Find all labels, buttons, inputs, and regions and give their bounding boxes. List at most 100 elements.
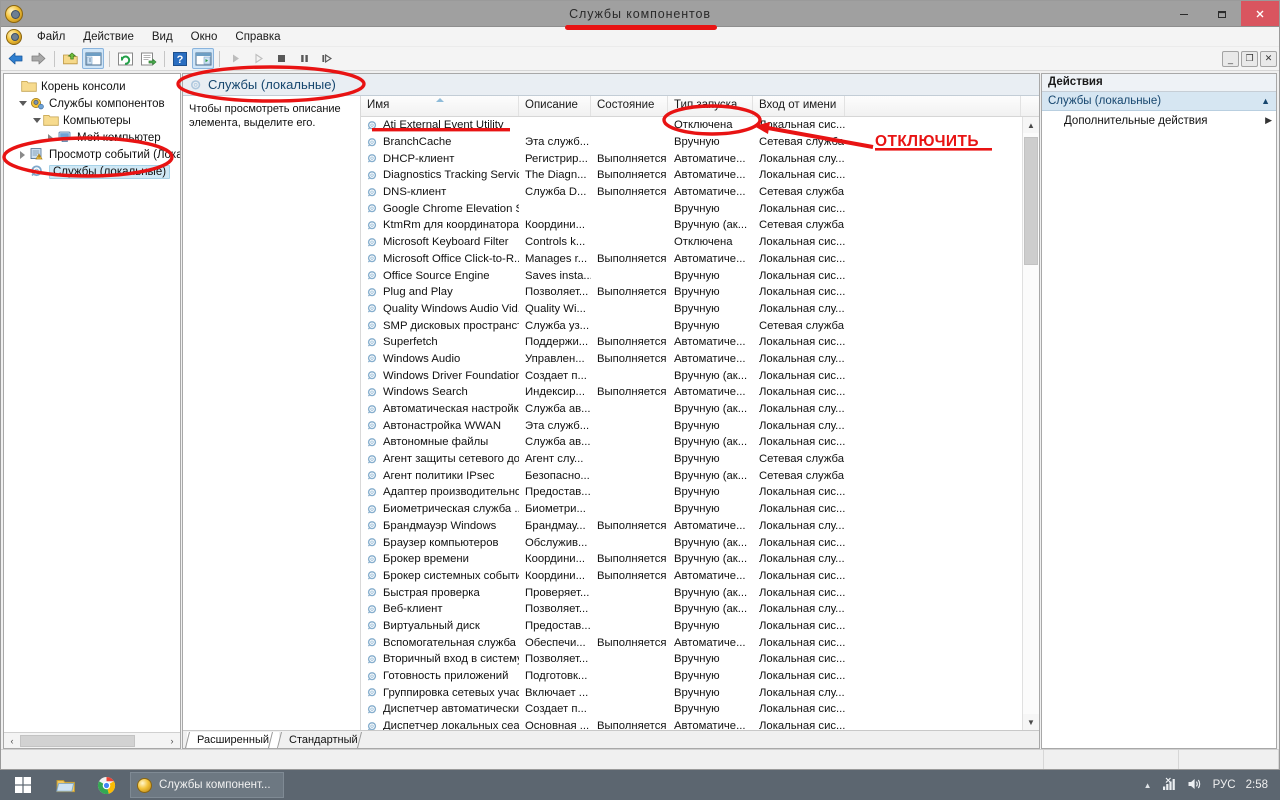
tab-standard[interactable]: Стандартный: [279, 732, 368, 748]
scroll-thumb[interactable]: [20, 734, 135, 747]
export-list-icon[interactable]: [137, 48, 159, 69]
table-row[interactable]: Quality Windows Audio Vid... Quality Wi..…: [361, 301, 1022, 318]
console-tree[interactable]: Корень консоли Службы компонентов Компью…: [4, 74, 180, 732]
table-row[interactable]: Готовность приложений Подготовк... Вручную…: [361, 668, 1022, 685]
show-hide-tree-icon[interactable]: [82, 48, 104, 69]
chevron-right-icon[interactable]: ▶: [1265, 115, 1272, 126]
network-icon[interactable]: [1162, 777, 1177, 794]
table-row[interactable]: Адаптер производительно... Предостав... Вр…: [361, 484, 1022, 501]
menu-file[interactable]: Файл: [28, 29, 74, 45]
table-row[interactable]: Вторичный вход в систему Позволяет... Вруч…: [361, 651, 1022, 668]
column-header-состояние[interactable]: Состояние: [591, 96, 668, 116]
actions-group-services[interactable]: Службы (локальные) ▲: [1042, 92, 1276, 111]
table-row[interactable]: Google Chrome Elevation S... Вручную Локал…: [361, 200, 1022, 217]
table-row[interactable]: Diagnostics Tracking Service The Diagn...…: [361, 167, 1022, 184]
menu-help[interactable]: Справка: [226, 29, 289, 45]
tray-language[interactable]: РУС: [1213, 779, 1236, 791]
tree-item-event-viewer[interactable]: Просмотр событий (Локал: [4, 146, 180, 163]
table-row[interactable]: Группировка сетевых учас... Включает ... В…: [361, 684, 1022, 701]
table-row[interactable]: Office Source Engine Saves insta... Вручну…: [361, 267, 1022, 284]
pause-service-icon[interactable]: [293, 48, 315, 69]
menu-view[interactable]: Вид: [143, 29, 182, 45]
table-row[interactable]: Диспетчер локальных сеа... Основная ... Вы…: [361, 718, 1022, 730]
action-more-actions[interactable]: Дополнительные действия ▶: [1042, 111, 1276, 130]
column-header-вход-от-имени[interactable]: Вход от имени: [753, 96, 845, 116]
menu-action[interactable]: Действие: [74, 29, 143, 45]
table-row[interactable]: Вспомогательная служба IP Обеспечи... Выпо…: [361, 634, 1022, 651]
minimize-button[interactable]: [1165, 1, 1203, 26]
column-header-тип-запуска[interactable]: Тип запуска: [668, 96, 753, 116]
maximize-button[interactable]: [1203, 1, 1241, 26]
table-row[interactable]: Ati External Event Utility Отключена Локал…: [361, 117, 1022, 134]
scroll-track[interactable]: [1023, 133, 1039, 714]
tree-item-computers[interactable]: Компьютеры: [4, 112, 180, 129]
tray-overflow-icon[interactable]: ▲: [1144, 781, 1152, 790]
table-row[interactable]: Plug and Play Позволяет... Выполняется Вруч…: [361, 284, 1022, 301]
table-row[interactable]: Автоматическая настройк... Служба ав... Вр…: [361, 401, 1022, 418]
table-row[interactable]: Быстрая проверка Проверяет... Вручную (ак.…: [361, 584, 1022, 601]
chevron-up-icon[interactable]: ▲: [1261, 96, 1270, 106]
scroll-thumb[interactable]: [1024, 137, 1038, 265]
table-row[interactable]: Windows Audio Управлен... Выполняется Автом…: [361, 351, 1022, 368]
table-row[interactable]: Браузер компьютеров Обслужив... Вручную (а…: [361, 534, 1022, 551]
refresh-icon[interactable]: [114, 48, 136, 69]
table-row[interactable]: Брокер времени Координи... Выполняется Вруч…: [361, 551, 1022, 568]
taskbar-button-component-services[interactable]: Службы компонент...: [130, 772, 284, 798]
twisty-collapsed[interactable]: [16, 150, 29, 159]
column-header-описание[interactable]: Описание: [519, 96, 591, 116]
chrome-icon[interactable]: [86, 770, 126, 800]
show-console-tree-icon[interactable]: [192, 48, 214, 69]
back-icon[interactable]: [4, 48, 26, 69]
table-row[interactable]: Автономные файлы Служба ав... Вручную (ак.…: [361, 434, 1022, 451]
tree-item-console-root[interactable]: Корень консоли: [4, 78, 180, 95]
tab-extended[interactable]: Расширенный: [187, 732, 279, 748]
volume-icon[interactable]: [1187, 777, 1203, 794]
table-row[interactable]: DNS-клиент Служба D... Выполняется Автомати…: [361, 184, 1022, 201]
tree-horizontal-scrollbar[interactable]: ‹ ›: [4, 732, 180, 748]
resume-service-icon[interactable]: [247, 48, 269, 69]
table-row[interactable]: Windows Search Индексир... Выполняется Авто…: [361, 384, 1022, 401]
up-one-level-icon[interactable]: [59, 48, 81, 69]
table-row[interactable]: Microsoft Office Click-to-R... Manages r.…: [361, 251, 1022, 268]
scroll-up-icon[interactable]: ▲: [1023, 117, 1039, 133]
column-header-имя[interactable]: Имя: [361, 96, 519, 116]
forward-icon[interactable]: [27, 48, 49, 69]
close-button[interactable]: [1241, 1, 1279, 26]
stop-service-icon[interactable]: [270, 48, 292, 69]
tray-clock[interactable]: 2:58: [1246, 779, 1268, 791]
column-header-blank[interactable]: [845, 96, 1021, 116]
table-row[interactable]: KtmRm для координатора ... Координи... Вру…: [361, 217, 1022, 234]
table-row[interactable]: Диспетчер автоматически... Создает п... Вр…: [361, 701, 1022, 718]
table-row[interactable]: Брандмауэр Windows Брандмау... Выполняется…: [361, 518, 1022, 535]
table-row[interactable]: Агент политики IPsec Безопасно... Вручную …: [361, 467, 1022, 484]
file-explorer-icon[interactable]: [46, 770, 86, 800]
scroll-right-icon[interactable]: ›: [164, 733, 180, 748]
tree-item-my-computer[interactable]: Мой компьютер: [4, 129, 180, 146]
tree-item-component-services[interactable]: Службы компонентов: [4, 95, 180, 112]
start-service-icon[interactable]: [224, 48, 246, 69]
menu-window[interactable]: Окно: [182, 29, 227, 45]
twisty-expanded[interactable]: [30, 118, 43, 123]
table-row[interactable]: BranchCache Эта служб... Вручную Сетевая сл…: [361, 134, 1022, 151]
table-row[interactable]: Superfetch Поддержи... Выполняется Автомати…: [361, 334, 1022, 351]
restart-service-icon[interactable]: [316, 48, 338, 69]
table-row[interactable]: DHCP-клиент Регистрир... Выполняется Автома…: [361, 150, 1022, 167]
inner-close-button[interactable]: ✕: [1260, 50, 1277, 67]
table-row[interactable]: Виртуальный диск Предостав... Вручную Локал…: [361, 618, 1022, 635]
table-row[interactable]: Биометрическая служба ... Биометри... Вруч…: [361, 501, 1022, 518]
scroll-down-icon[interactable]: ▼: [1023, 714, 1039, 730]
scroll-track[interactable]: [20, 733, 164, 748]
twisty-expanded[interactable]: [16, 101, 29, 106]
twisty-collapsed[interactable]: [44, 133, 57, 142]
list-vertical-scrollbar[interactable]: ▲ ▼: [1022, 117, 1039, 730]
table-row[interactable]: Брокер системных событий Координи... Выпол…: [361, 568, 1022, 585]
inner-restore-button[interactable]: ❐: [1241, 50, 1258, 67]
help-icon[interactable]: ?: [169, 48, 191, 69]
scroll-left-icon[interactable]: ‹: [4, 733, 20, 748]
table-row[interactable]: Microsoft Keyboard Filter Controls k... От…: [361, 234, 1022, 251]
tree-item-services-local[interactable]: Службы (локальные): [4, 163, 180, 180]
services-list[interactable]: Ati External Event Utility Отключена Локал…: [361, 117, 1022, 730]
list-header[interactable]: Имя Описание Состояние Тип запуска Вход от и…: [361, 96, 1039, 117]
start-icon[interactable]: [0, 770, 46, 800]
table-row[interactable]: Автонастройка WWAN Эта служб... Вручную Лок…: [361, 417, 1022, 434]
